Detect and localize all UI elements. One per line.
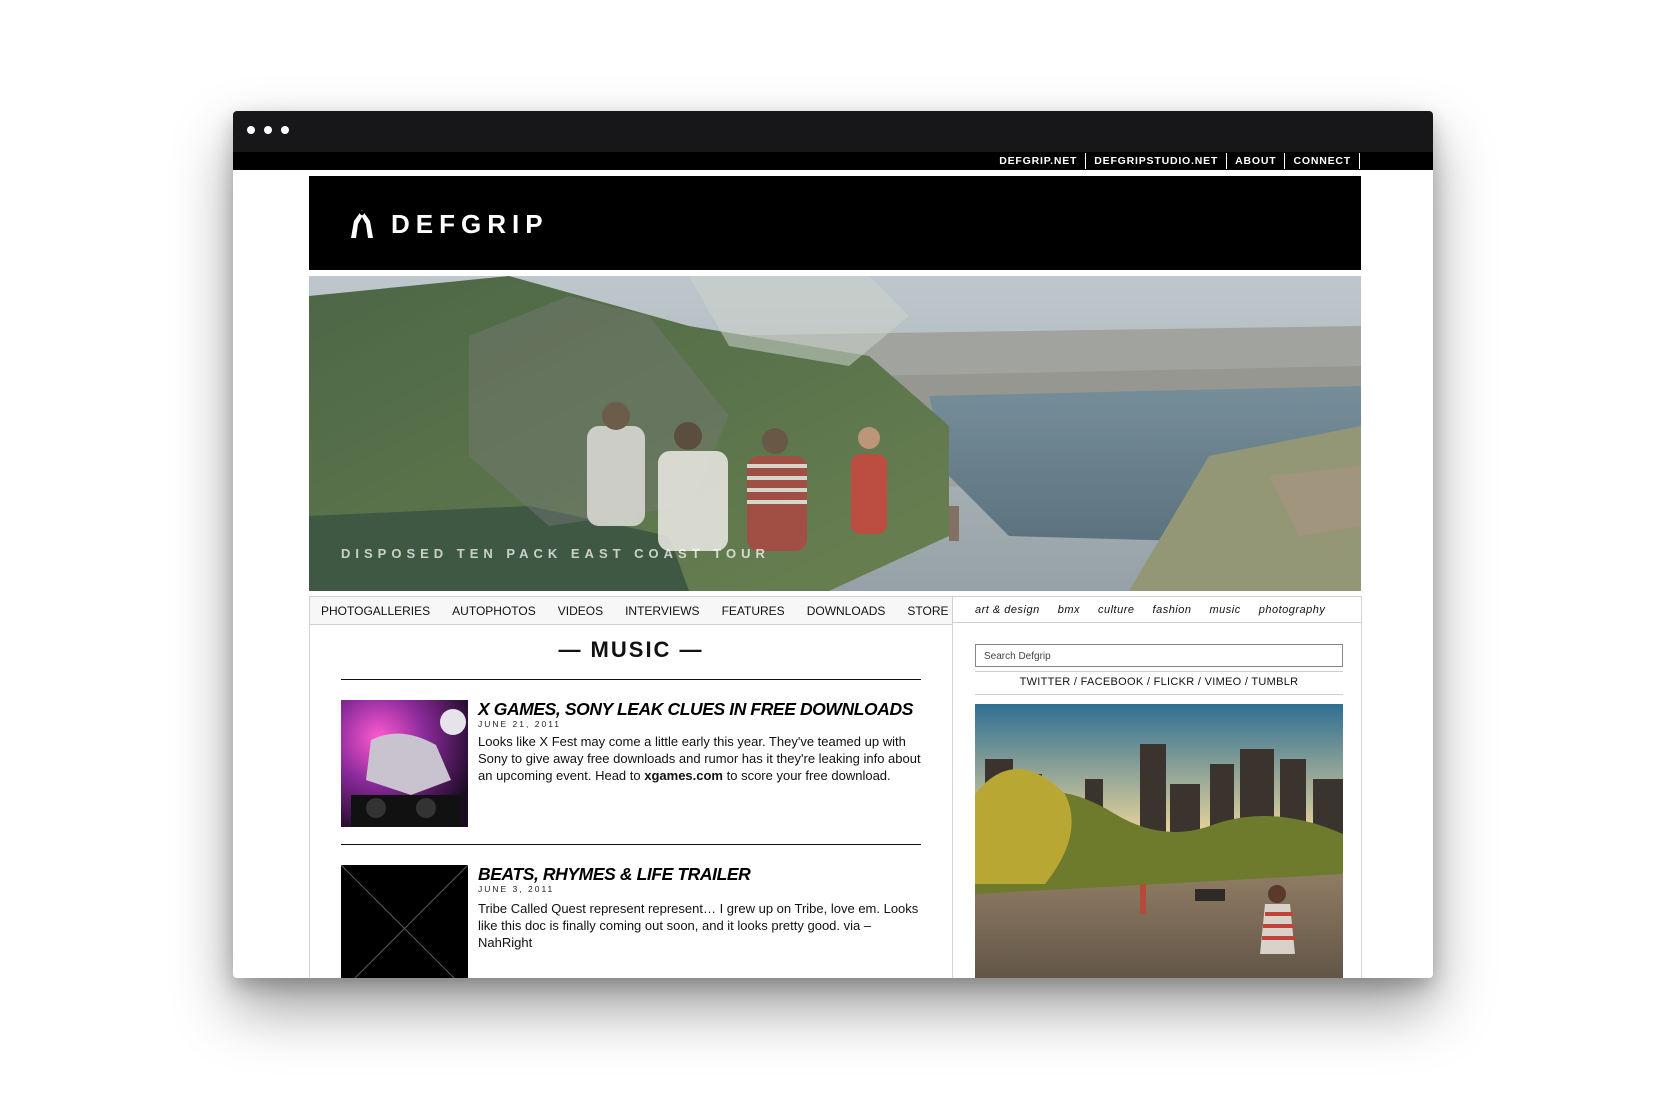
browser-window: DEFGRIP.NET DEFGRIPSTUDIO.NET ABOUT CONN…	[233, 111, 1433, 978]
content-area: PHOTOGALLERIES AUTOPHOTOS VIDEOS INTERVI…	[309, 596, 1362, 978]
hero-photo	[309, 276, 1361, 591]
category-bmx[interactable]: bmx	[1058, 604, 1080, 616]
window-dot-icon	[247, 126, 255, 134]
nav-item-store[interactable]: STORE	[907, 604, 948, 618]
post-date: JUNE 3, 2011	[478, 884, 555, 894]
nav-item-autophotos[interactable]: AUTOPHOTOS	[452, 604, 536, 618]
post-title[interactable]: X GAMES, SONY LEAK CLUES IN FREE DOWNLOA…	[478, 699, 913, 720]
social-links[interactable]: TWITTER / FACEBOOK / FLICKR / VIMEO / TU…	[975, 671, 1343, 695]
post-date: JUNE 21, 2011	[478, 719, 562, 729]
post-thumbnail[interactable]	[341, 700, 468, 827]
top-link-defgrip-net[interactable]: DEFGRIP.NET	[991, 153, 1087, 169]
category-culture[interactable]: culture	[1098, 604, 1135, 616]
nav-item-downloads[interactable]: DOWNLOADS	[807, 604, 886, 618]
top-link-defgripstudio-net[interactable]: DEFGRIPSTUDIO.NET	[1086, 153, 1228, 169]
category-fashion[interactable]: fashion	[1153, 604, 1192, 616]
nav-item-features[interactable]: FEATURES	[722, 604, 785, 618]
post-rule	[341, 844, 921, 845]
top-link-about[interactable]: ABOUT	[1227, 153, 1286, 169]
post-body-link[interactable]: xgames.com	[644, 768, 723, 783]
column-divider	[952, 624, 953, 978]
hero-caption: DISPOSED TEN PACK EAST COAST TOUR	[341, 546, 770, 561]
category-art-design[interactable]: art & design	[975, 604, 1040, 616]
search-input[interactable]: Search Defgrip	[975, 644, 1343, 667]
window-titlebar	[233, 111, 1433, 152]
post-thumbnail-placeholder[interactable]	[341, 865, 468, 978]
main-nav: PHOTOGALLERIES AUTOPHOTOS VIDEOS INTERVI…	[310, 596, 953, 625]
post-body-text: to score your free download.	[723, 768, 891, 783]
top-link-connect[interactable]: CONNECT	[1285, 153, 1360, 169]
category-music[interactable]: music	[1210, 604, 1241, 616]
nav-item-photogalleries[interactable]: PHOTOGALLERIES	[321, 604, 430, 618]
site-logo-text[interactable]: DEFGRIP	[391, 209, 549, 239]
category-photography[interactable]: photography	[1259, 604, 1326, 616]
section-rule	[341, 679, 921, 680]
nav-item-videos[interactable]: VIDEOS	[558, 604, 603, 618]
window-dot-icon	[281, 126, 289, 134]
sidebar-photo[interactable]	[975, 704, 1343, 978]
nav-item-interviews[interactable]: INTERVIEWS	[625, 604, 699, 618]
window-dot-icon	[264, 126, 272, 134]
post-body: Tribe Called Quest represent represent… …	[478, 901, 919, 950]
site-header: DEFGRIP	[309, 176, 1361, 270]
category-nav: art & design bmx culture fashion music p…	[953, 596, 1361, 623]
post-title[interactable]: BEATS, RHYMES & LIFE TRAILER	[478, 864, 751, 885]
defgrip-logo-icon[interactable]	[347, 209, 377, 239]
top-nav-bar: DEFGRIP.NET DEFGRIPSTUDIO.NET ABOUT CONN…	[233, 152, 1433, 170]
post-body: Looks like X Fest may come a little earl…	[478, 733, 923, 784]
section-title: — MUSIC —	[558, 637, 704, 662]
hero-banner[interactable]: DISPOSED TEN PACK EAST COAST TOUR	[309, 276, 1361, 591]
